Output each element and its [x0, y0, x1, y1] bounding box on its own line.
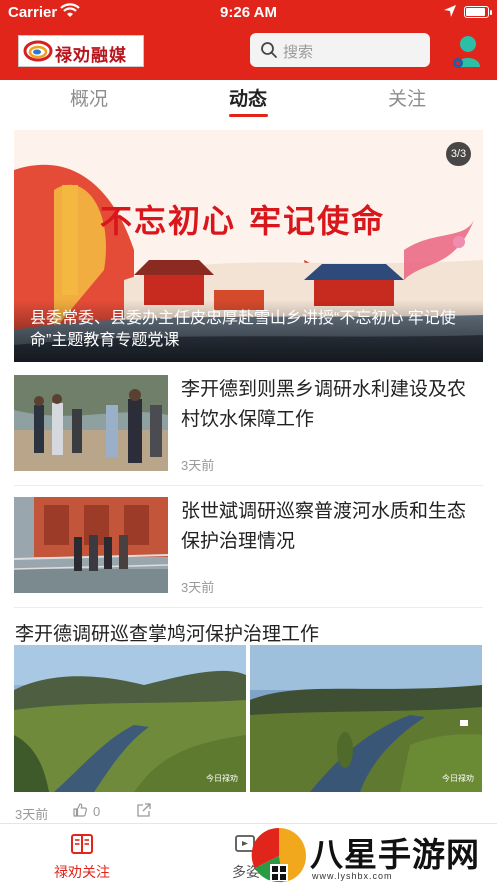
article-meta: 3天前 0	[15, 802, 315, 822]
news-time: 3天前	[181, 580, 215, 595]
tabbar-item-follow[interactable]: 禄劝关注	[20, 824, 144, 883]
news-thumbnail	[14, 497, 168, 593]
news-title: 李开德到则黑乡调研水利建设及农村饮水保障工作	[181, 379, 467, 430]
news-item[interactable]: 张世斌调研巡察普渡河水质和生态保护治理情况 3天前	[14, 497, 483, 605]
app-logo: 禄劝融媒	[18, 35, 144, 67]
search-icon	[261, 42, 277, 58]
watermark-logo-icon	[251, 828, 306, 883]
tab-follow[interactable]: 关注	[357, 84, 457, 111]
banner-carousel[interactable]: 不忘初心 牢记使命 县委常委、县委办主任皮忠厚赴雪山乡讲授“不忘初心 牢记使命”…	[14, 130, 483, 362]
news-item[interactable]: 李开德到则黑乡调研水利建设及农村饮水保障工作 3天前	[14, 375, 483, 483]
article-photo-right[interactable]: 今日禄劝	[250, 645, 482, 792]
news-thumbnail	[14, 375, 168, 471]
banner-slogan: 不忘初心 牢记使命	[100, 202, 386, 240]
tab-news[interactable]: 动态	[198, 84, 298, 111]
status-bar: Carrier 9:26 AM	[0, 0, 497, 26]
top-tabs: 概况 动态 关注	[0, 80, 497, 124]
article-title[interactable]: 李开德调研巡查掌鸠河保护治理工作	[15, 619, 485, 646]
search-box[interactable]: 搜索	[250, 33, 430, 67]
photo-watermark: 今日禄劝	[442, 774, 474, 783]
share-icon[interactable]	[135, 802, 152, 819]
banner-page-counter: 3/3	[446, 142, 471, 166]
book-icon	[71, 834, 93, 854]
logo-mark-icon	[23, 40, 53, 62]
watermark-url: www.lyshbx.com	[312, 871, 393, 881]
search-placeholder: 搜索	[283, 44, 314, 61]
divider	[14, 607, 483, 608]
location-arrow-icon	[443, 4, 457, 22]
app-header: Carrier 9:26 AM 禄劝融媒 搜索	[0, 0, 497, 80]
active-tab-indicator	[229, 114, 268, 117]
clock: 9:26 AM	[220, 4, 277, 21]
logo-text: 禄劝融媒	[55, 46, 127, 66]
tabbar-label: 禄劝关注	[54, 864, 110, 880]
thumbs-up-icon[interactable]	[72, 802, 88, 818]
like-count: 0	[93, 804, 101, 819]
battery-fill	[466, 8, 485, 16]
news-title: 张世斌调研巡察普渡河水质和生态保护治理情况	[181, 501, 467, 552]
watermark-text: 八星手游网	[310, 836, 480, 873]
article-photo-left[interactable]: 今日禄劝	[14, 645, 246, 792]
user-avatar-icon[interactable]	[450, 33, 484, 69]
news-time: 3天前	[181, 458, 215, 473]
site-watermark: 八星手游网 www.lyshbx.com	[246, 826, 497, 883]
tab-overview[interactable]: 概况	[39, 84, 139, 111]
photo-watermark: 今日禄劝	[206, 774, 238, 783]
battery-icon	[464, 6, 492, 18]
article-time: 3天前	[15, 807, 49, 822]
divider	[14, 485, 483, 486]
banner-caption: 县委常委、县委办主任皮忠厚赴雪山乡讲授“不忘初心 牢记使命”主题教育专题党课	[30, 310, 456, 349]
